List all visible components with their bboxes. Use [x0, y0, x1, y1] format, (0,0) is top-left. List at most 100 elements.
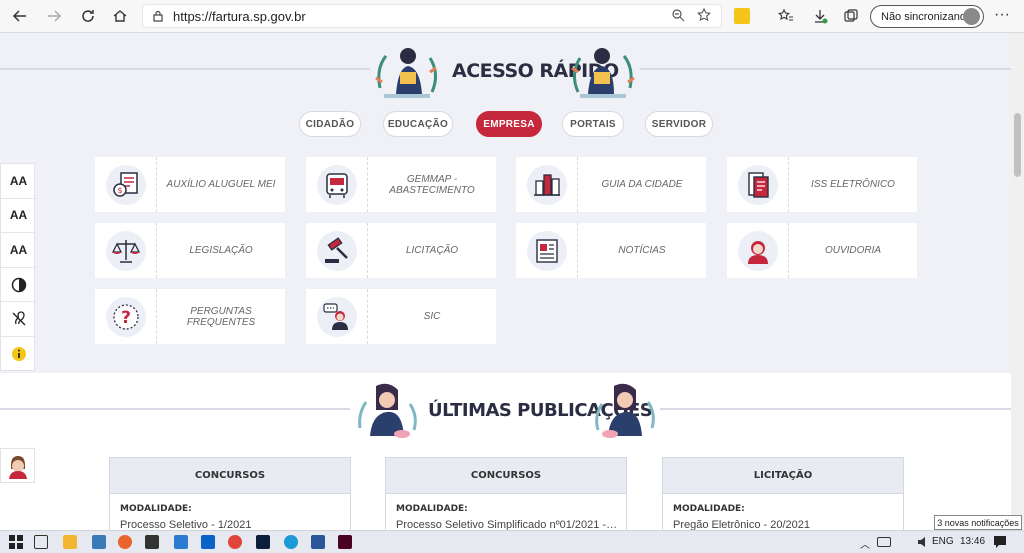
card-label: GEMMAP - ABASTECIMENTO: [389, 173, 475, 196]
action-center-icon[interactable]: [993, 535, 1007, 549]
city-buildings-icon: [533, 173, 560, 196]
page-scrollbar[interactable]: [1011, 33, 1024, 530]
tab-educacao[interactable]: EDUCAÇÃO: [383, 111, 453, 137]
attendant-icon: [747, 240, 768, 264]
chrome-icon[interactable]: [228, 535, 242, 549]
illustration-woman-left: [352, 378, 422, 442]
tray-chevron-icon[interactable]: ︿: [860, 536, 870, 551]
avatar: [963, 8, 980, 25]
contrast-button[interactable]: [1, 268, 36, 303]
info-icon: [11, 347, 26, 362]
card-label: LICITAÇÃO: [405, 245, 459, 256]
browser-toolbar: https://fartura.sp.gov.br Não sincroniza…: [0, 0, 1024, 33]
card-ouvidoria[interactable]: OUVIDORIA: [727, 223, 917, 278]
card-gemmap-abastecimento[interactable]: GEMMAP - ABASTECIMENTO: [306, 157, 496, 212]
tab-servidor[interactable]: SERVIDOR: [645, 111, 713, 137]
edge-icon[interactable]: [284, 535, 298, 549]
mail-icon[interactable]: [174, 535, 188, 549]
more-menu-icon[interactable]: ···: [994, 6, 1010, 24]
card-iss-eletronico[interactable]: ISS ELETRÔNICO: [727, 157, 917, 212]
profile-sync-button[interactable]: Não sincronizando: [870, 5, 984, 28]
back-button[interactable]: [4, 0, 36, 33]
card-label: LEGISLAÇÃO: [189, 245, 253, 256]
favorites-icon[interactable]: [777, 8, 794, 24]
notification-toast[interactable]: 3 novas notificações: [934, 515, 1022, 530]
font-increase-icon: AA: [9, 173, 28, 188]
publication-category: CONCURSOS: [110, 458, 350, 494]
store-icon[interactable]: [145, 535, 159, 549]
help-button[interactable]: [1, 337, 36, 372]
refresh-button[interactable]: [72, 0, 104, 33]
task-view-icon[interactable]: [34, 535, 48, 549]
newspaper-icon: [535, 238, 558, 263]
sign-language-button[interactable]: [1, 302, 36, 337]
card-perguntas-frequentes[interactable]: ? PERGUNTAS FREQUENTES: [95, 289, 285, 344]
extension-icon[interactable]: [734, 8, 750, 24]
clock[interactable]: 13:46: [960, 536, 985, 547]
home-button[interactable]: [104, 0, 136, 33]
sync-label: Não sincronizando: [881, 10, 973, 23]
tab-cidadao[interactable]: CIDADÃO: [299, 111, 361, 137]
card-label: NOTÍCIAS: [618, 245, 666, 256]
publication-category: LICITAÇÃO: [663, 458, 903, 494]
language-indicator[interactable]: ENG: [932, 536, 954, 547]
svg-text:?: ?: [121, 308, 131, 328]
indesign-icon[interactable]: [338, 535, 352, 549]
font-increase-button[interactable]: AA: [1, 164, 36, 199]
publication-card[interactable]: LICITAÇÃO MODALIDADE: Pregão Eletrônico …: [662, 457, 904, 530]
card-label: ISS ELETRÔNICO: [811, 179, 895, 190]
card-sic[interactable]: SIC: [306, 289, 496, 344]
assistant-avatar-icon: [8, 455, 27, 479]
card-label: SIC: [423, 311, 441, 322]
publication-value: Processo Seletivo Simplificado nº01/2021…: [396, 519, 618, 530]
tax-receipt-icon: [747, 171, 769, 198]
word-icon[interactable]: [311, 535, 325, 549]
publication-card[interactable]: CONCURSOS MODALIDADE: Processo Seletivo …: [109, 457, 351, 530]
app-icon[interactable]: [92, 535, 106, 549]
accessibility-toolbar: AA AA AA: [0, 163, 36, 372]
publication-value: Processo Seletivo - 1/2021: [120, 519, 252, 530]
outlook-icon[interactable]: [201, 535, 215, 549]
card-noticias[interactable]: NOTÍCIAS: [516, 223, 706, 278]
card-guia-da-cidade[interactable]: GUIA DA CIDADE: [516, 157, 706, 212]
hearing-icon: [12, 311, 25, 326]
windows-start-icon[interactable]: [9, 535, 23, 549]
address-bar[interactable]: https://fartura.sp.gov.br: [142, 4, 722, 28]
illustration-reader-right: [568, 38, 638, 102]
zoom-icon[interactable]: [671, 8, 685, 25]
chat-assistant-button[interactable]: [0, 448, 35, 483]
svg-text:$: $: [117, 186, 122, 195]
windows-taskbar: ︿ ENG 13:46: [0, 530, 1024, 553]
collections-icon[interactable]: [843, 8, 859, 24]
tab-portais[interactable]: PORTAIS: [562, 111, 624, 137]
illustration-reader-left: [372, 38, 442, 102]
url-text: https://fartura.sp.gov.br: [173, 8, 306, 24]
card-label: OUVIDORIA: [824, 245, 882, 256]
question-icon: ?: [112, 303, 139, 330]
money-document-icon: $: [112, 171, 138, 197]
arrow-right-icon: [48, 10, 62, 22]
photoshop-icon[interactable]: [256, 535, 270, 549]
card-licitacao[interactable]: LICITAÇÃO: [306, 223, 496, 278]
card-auxilio-aluguel-mei[interactable]: $ AUXÍLIO ALUGUEL MEI: [95, 157, 285, 212]
network-icon[interactable]: [877, 537, 891, 547]
tab-empresa[interactable]: EMPRESA: [476, 111, 542, 137]
arrow-left-icon: [12, 10, 26, 22]
download-icon[interactable]: [812, 8, 828, 24]
file-explorer-icon[interactable]: [63, 535, 77, 549]
divider: [660, 408, 1011, 410]
card-label: PERGUNTAS FREQUENTES: [186, 305, 256, 328]
volume-icon[interactable]: [916, 535, 930, 549]
card-legislacao[interactable]: LEGISLAÇÃO: [95, 223, 285, 278]
favorite-star-icon[interactable]: [696, 7, 712, 25]
font-decrease-button[interactable]: AA: [1, 199, 36, 234]
forward-button[interactable]: [38, 0, 70, 33]
publication-card[interactable]: CONCURSOS MODALIDADE: Processo Seletivo …: [385, 457, 627, 530]
gavel-icon: [324, 236, 348, 263]
card-label: GUIA DA CIDADE: [601, 179, 683, 190]
font-decrease-icon: AA: [9, 208, 28, 223]
scrollbar-thumb[interactable]: [1014, 113, 1021, 177]
publication-modalidade-label: MODALIDADE:: [673, 504, 745, 514]
firefox-icon[interactable]: [118, 535, 132, 549]
font-reset-button[interactable]: AA: [1, 233, 36, 268]
